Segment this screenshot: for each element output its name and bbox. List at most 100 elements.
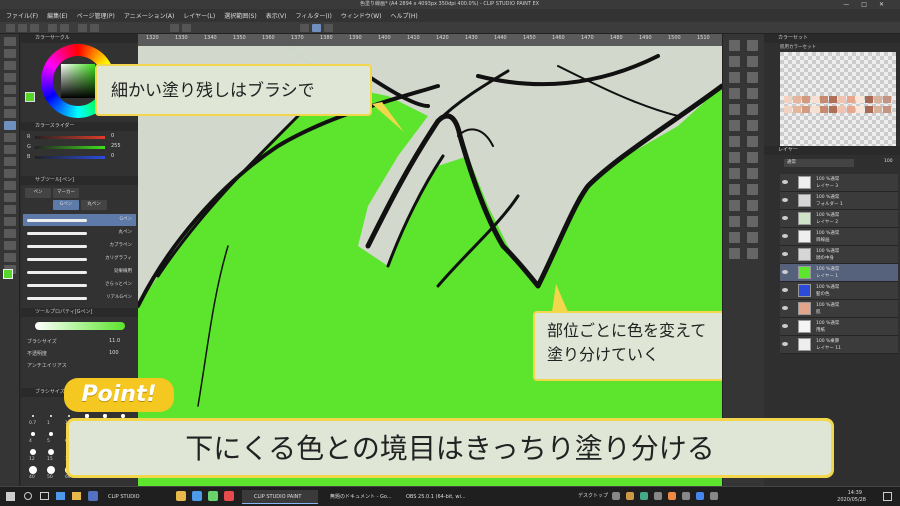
slider-b[interactable]	[35, 156, 105, 159]
layer-opacity[interactable]: 100	[884, 159, 893, 164]
brush-item[interactable]: Gペン	[23, 214, 136, 226]
move-tool-icon[interactable]	[4, 49, 16, 58]
move-layer-icon[interactable]	[4, 73, 16, 82]
menu-animation[interactable]: アニメーション(A)	[124, 11, 175, 20]
desktop-label[interactable]: デスクトップ	[578, 492, 608, 499]
eraser-tool-icon[interactable]	[4, 181, 16, 190]
palette-swatch[interactable]	[874, 106, 882, 113]
palette-swatch[interactable]	[874, 96, 882, 103]
tray-icon[interactable]	[682, 492, 690, 500]
brush-item[interactable]: 丸ペン	[23, 227, 136, 239]
eye-icon[interactable]	[782, 306, 788, 310]
brush-tool-icon[interactable]	[4, 145, 16, 154]
panel-toggle-icon[interactable]	[729, 40, 740, 51]
brush-size-dot[interactable]	[49, 414, 53, 418]
brush-item[interactable]: カブラペン	[23, 240, 136, 252]
menu-filter[interactable]: フィルター(I)	[296, 11, 332, 20]
zoom-tool-icon[interactable]	[4, 37, 16, 46]
palette-swatch[interactable]	[811, 106, 819, 113]
browser-icon[interactable]	[192, 491, 202, 501]
brush-size-dot[interactable]	[46, 465, 56, 475]
operation-tool-icon[interactable]	[4, 61, 16, 70]
layer-row[interactable]: 100 %通常 髪の色	[780, 282, 898, 300]
brush-size-dot[interactable]	[30, 431, 36, 437]
slider-r[interactable]	[35, 136, 105, 139]
layer-row[interactable]: 100 %通常 レイヤー 3	[780, 174, 898, 192]
palette-swatch[interactable]	[820, 106, 828, 113]
current-color-swatch[interactable]	[25, 92, 35, 102]
subtool-marker[interactable]: マーカー	[53, 188, 79, 198]
eyedropper-icon[interactable]	[4, 109, 16, 118]
layer-row[interactable]: 100 %通常 顔の中身	[780, 246, 898, 264]
panel-toggle-icon[interactable]	[747, 56, 758, 67]
panel-toggle-icon[interactable]	[747, 88, 758, 99]
auto-select-icon[interactable]	[4, 97, 16, 106]
clock-time[interactable]: 14:39	[848, 490, 862, 496]
panel-toggle-icon[interactable]	[747, 72, 758, 83]
palette-swatch[interactable]	[784, 96, 792, 103]
snap-ruler-icon[interactable]	[300, 24, 309, 32]
taskbar-item-clip-paint[interactable]: CLIP STUDIO PAINT	[242, 490, 318, 504]
layer-row[interactable]: 100 %通常 用紙	[780, 318, 898, 336]
brush-size-dot[interactable]	[47, 448, 55, 456]
panel-toggle-icon[interactable]	[747, 136, 758, 147]
tray-icon[interactable]	[710, 492, 718, 500]
tray-icon[interactable]	[668, 492, 676, 500]
gradient-tool-icon[interactable]	[4, 217, 16, 226]
panel-toggle-icon[interactable]	[729, 120, 740, 131]
blend-mode-select[interactable]: 通常	[784, 159, 854, 167]
panel-toggle-icon[interactable]	[729, 72, 740, 83]
frame-tool-icon[interactable]	[4, 241, 16, 250]
blend-tool-icon[interactable]	[4, 193, 16, 202]
menu-help[interactable]: ヘルプ(H)	[390, 11, 417, 20]
eye-icon[interactable]	[782, 216, 788, 220]
pen-tool-icon[interactable]	[4, 121, 16, 130]
layer-row[interactable]: 100 %通常 フォルダー 1	[780, 192, 898, 210]
slider-g[interactable]	[35, 146, 105, 149]
menu-file[interactable]: ファイル(F)	[6, 11, 38, 20]
palette-swatch[interactable]	[856, 106, 864, 113]
tray-icon[interactable]	[654, 492, 662, 500]
panel-toggle-icon[interactable]	[747, 216, 758, 227]
brush-item[interactable]: 効果線用	[23, 266, 136, 278]
select-all-icon[interactable]	[170, 24, 179, 32]
menu-view[interactable]: 表示(V)	[266, 11, 287, 20]
window-controls[interactable]: —□✕	[843, 0, 896, 9]
panel-toggle-icon[interactable]	[747, 200, 758, 211]
brush-item[interactable]: カリグラフィ	[23, 253, 136, 265]
new-icon[interactable]	[6, 24, 15, 32]
palette-name[interactable]: 肌用カラーセット	[780, 44, 816, 50]
brush-size-dot[interactable]	[29, 448, 37, 456]
eye-icon[interactable]	[782, 342, 788, 346]
eye-icon[interactable]	[782, 234, 788, 238]
slider-value-r[interactable]: 0	[111, 133, 114, 139]
store-icon[interactable]	[208, 491, 218, 501]
clock-date[interactable]: 2020/05/28	[837, 497, 866, 503]
palette-swatch[interactable]	[838, 106, 846, 113]
palette-swatch[interactable]	[847, 106, 855, 113]
brush-size-dot[interactable]	[32, 415, 34, 417]
decoration-tool-icon[interactable]	[4, 169, 16, 178]
snap-special-icon[interactable]	[312, 24, 321, 32]
layer-row[interactable]: 100 %通常 レイヤー 1	[780, 264, 898, 282]
brush-item[interactable]: リアルGペン	[23, 292, 136, 304]
panel-toggle-icon[interactable]	[729, 184, 740, 195]
eye-icon[interactable]	[782, 288, 788, 292]
open-icon[interactable]	[18, 24, 27, 32]
task-view-icon[interactable]	[40, 492, 49, 500]
menu-window[interactable]: ウィンドウ(W)	[341, 11, 382, 20]
tray-icon[interactable]	[640, 492, 648, 500]
palette-swatch[interactable]	[865, 96, 873, 103]
menu-select[interactable]: 選択範囲(S)	[224, 11, 257, 20]
menu-layer[interactable]: レイヤー(L)	[183, 11, 215, 20]
pencil-tool-icon[interactable]	[4, 133, 16, 142]
menu-edit[interactable]: 編集(E)	[47, 11, 67, 20]
panel-toggle-icon[interactable]	[747, 248, 758, 259]
palette-swatch[interactable]	[847, 96, 855, 103]
palette-swatch[interactable]	[838, 96, 846, 103]
palette-swatch[interactable]	[829, 106, 837, 113]
brush-item[interactable]: さらっとペン	[23, 279, 136, 291]
palette-swatch[interactable]	[784, 106, 792, 113]
taskbar-item-google-docs[interactable]: 無題のドキュメント - Go...	[318, 490, 394, 504]
taskbar-item-clip-studio[interactable]: CLIP STUDIO	[96, 490, 176, 504]
